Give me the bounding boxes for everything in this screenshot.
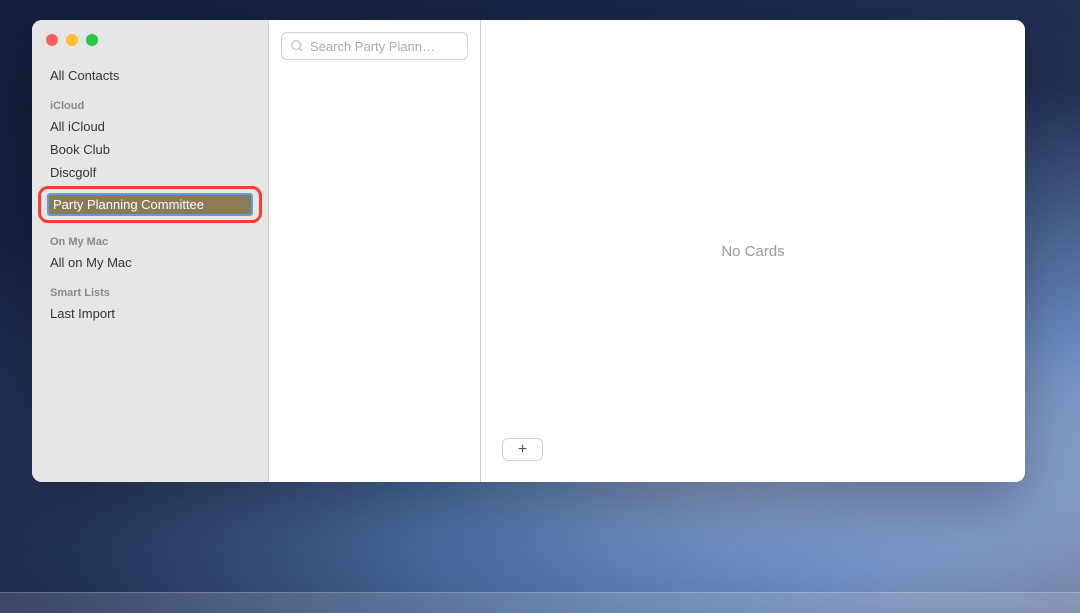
sidebar-header-icloud: iCloud: [32, 97, 268, 115]
sidebar-item-all-contacts[interactable]: All Contacts: [32, 64, 268, 87]
sidebar-header-on-my-mac: On My Mac: [32, 233, 268, 251]
search-box[interactable]: [281, 32, 468, 60]
sidebar-item-all-on-my-mac[interactable]: All on My Mac: [32, 251, 268, 274]
search-icon: [290, 39, 304, 53]
card-detail-panel: No Cards +: [481, 20, 1025, 482]
sidebar-item-discgolf[interactable]: Discgolf: [32, 161, 268, 184]
sidebar-item-last-import[interactable]: Last Import: [32, 302, 268, 325]
sidebar-item-book-club[interactable]: Book Club: [32, 138, 268, 161]
window-controls: [32, 34, 268, 46]
plus-icon: +: [518, 442, 527, 458]
empty-state-text: No Cards: [721, 243, 784, 260]
group-name-input[interactable]: [47, 193, 253, 216]
contacts-window: All Contacts iCloud All iCloud Book Club…: [32, 20, 1025, 482]
minimize-button[interactable]: [66, 34, 78, 46]
contact-list-panel: [269, 20, 481, 482]
sidebar: All Contacts iCloud All iCloud Book Club…: [32, 20, 269, 482]
add-contact-button[interactable]: +: [502, 438, 543, 461]
sidebar-header-smart-lists: Smart Lists: [32, 284, 268, 302]
sidebar-item-editing-highlight: [38, 186, 262, 223]
maximize-button[interactable]: [86, 34, 98, 46]
sidebar-item-all-icloud[interactable]: All iCloud: [32, 115, 268, 138]
close-button[interactable]: [46, 34, 58, 46]
dock-area: [0, 592, 1080, 613]
search-input[interactable]: [310, 39, 459, 54]
